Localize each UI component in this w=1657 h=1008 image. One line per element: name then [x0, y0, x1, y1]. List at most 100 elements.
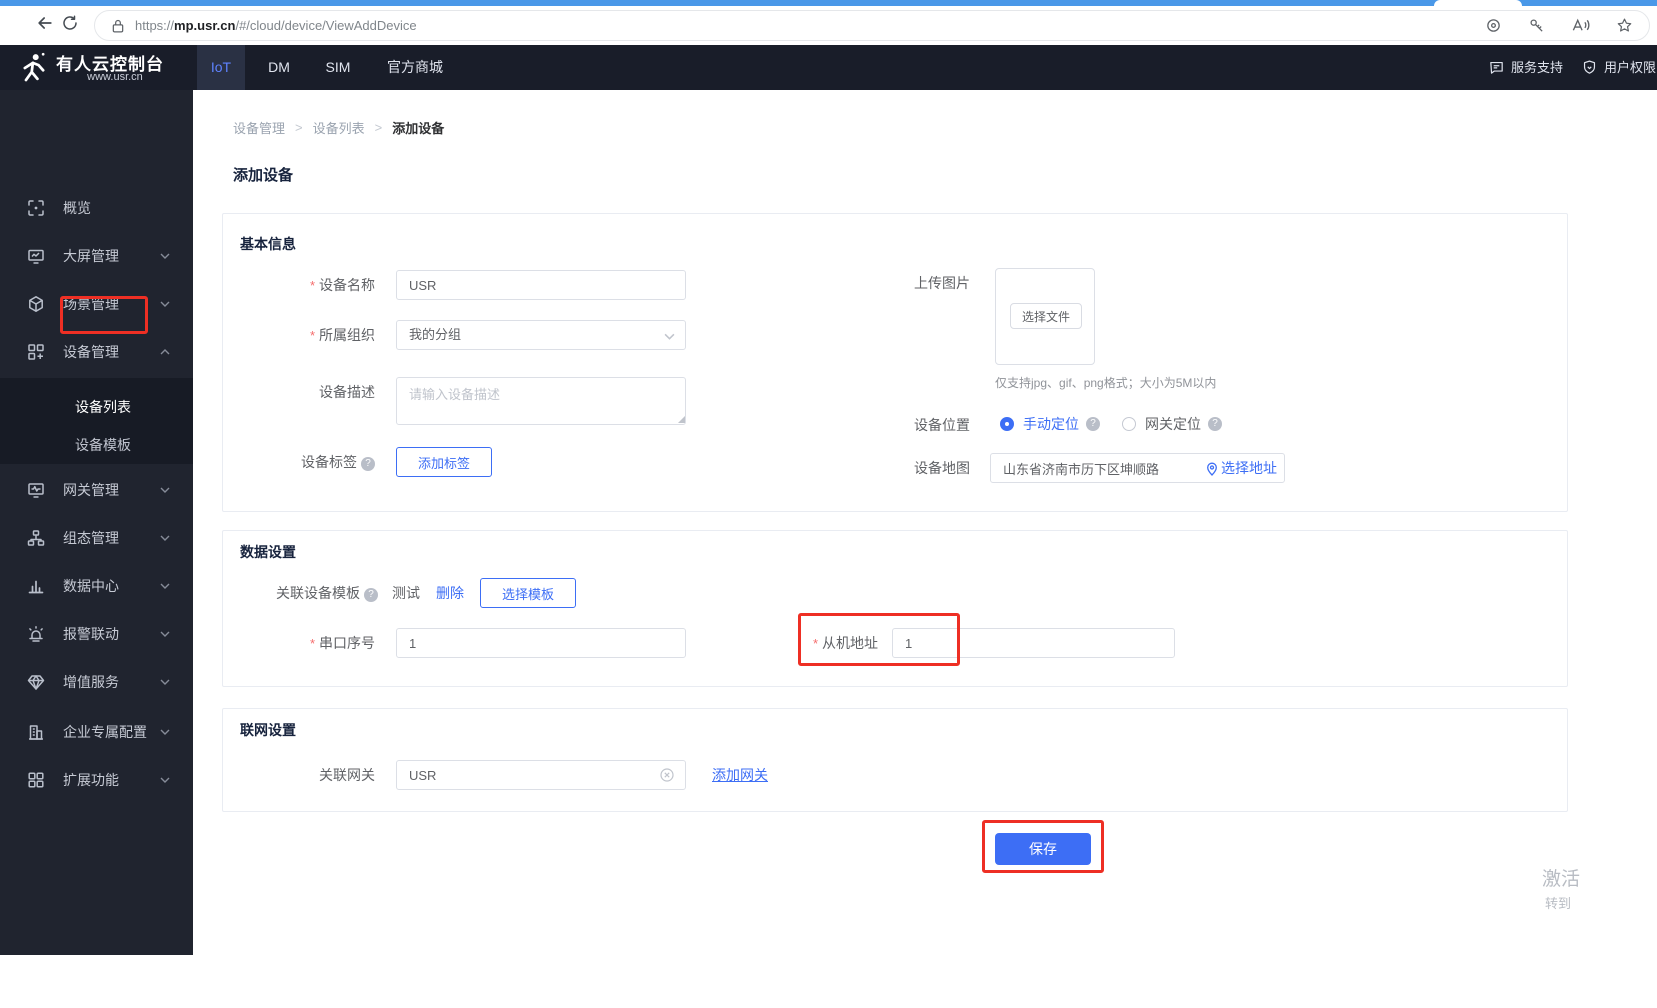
read-aloud-icon[interactable] [1571, 17, 1590, 34]
tab-official-mall[interactable]: 官方商城 [372, 45, 458, 90]
slave-address-input[interactable] [892, 628, 1175, 658]
serial-number-label: 串口序号 [255, 628, 375, 659]
delete-template-link[interactable]: 删除 [436, 578, 464, 608]
upload-hint: 仅支持jpg、gif、png格式；大小为5M以内 [995, 376, 1217, 390]
breadcrumb: 设备管理 > 设备列表 > 添加设备 [233, 118, 444, 137]
slave-address-label: 从机地址 [758, 628, 878, 659]
serial-number-input[interactable] [396, 628, 686, 658]
service-support-link[interactable]: 服务支持 [1511, 45, 1563, 90]
tab-iot[interactable]: IoT [197, 45, 245, 90]
permission-shield-icon [1581, 59, 1598, 76]
locate-icon[interactable] [1485, 17, 1502, 34]
sidebar-item-overview[interactable]: 概览 [0, 184, 193, 232]
usr-logo-icon [20, 52, 48, 84]
logo[interactable]: 有人云控制台 www.usr.cn [0, 45, 193, 90]
bigscreen-icon [27, 247, 45, 265]
sidebar-item-device-template[interactable]: 设备模板 [0, 428, 193, 462]
help-icon[interactable] [361, 457, 375, 471]
choose-file-button[interactable]: 选择文件 [1010, 303, 1082, 329]
refresh-icon[interactable] [61, 14, 79, 32]
breadcrumb-separator: > [374, 120, 383, 135]
sidebar-item-value-added[interactable]: 增值服务 [0, 658, 193, 706]
clear-input-icon[interactable] [660, 768, 674, 782]
chevron-down-icon [160, 679, 170, 685]
device-icon [27, 343, 45, 361]
browser-toolbar: https://mp.usr.cn/#/cloud/device/ViewAdd… [0, 6, 1657, 45]
map-pin-icon [1206, 462, 1218, 476]
data-settings-card [222, 530, 1568, 687]
help-icon[interactable] [1208, 417, 1222, 431]
url-bar[interactable]: https://mp.usr.cn/#/cloud/device/ViewAdd… [94, 10, 1650, 41]
enterprise-icon [27, 723, 45, 741]
tab-sim[interactable]: SIM [314, 45, 362, 90]
url-text: https://mp.usr.cn/#/cloud/device/ViewAdd… [135, 18, 417, 33]
device-name-input[interactable] [396, 270, 686, 300]
choose-address-link[interactable]: 选择地址 [1221, 453, 1277, 483]
sidebar-item-label: 企业专属配置 [63, 724, 147, 740]
device-position-label: 设备位置 [914, 417, 970, 433]
organization-label: 所属组织 [255, 320, 375, 351]
choose-template-button[interactable]: 选择模板 [480, 578, 576, 608]
manual-position-option[interactable]: 手动定位 [1023, 410, 1079, 438]
sidebar-item-data-center[interactable]: 数据中心 [0, 562, 193, 610]
device-map-label: 设备地图 [914, 460, 970, 476]
logo-subtitle: www.usr.cn [87, 71, 143, 83]
related-gateway-label: 关联网关 [319, 767, 375, 783]
add-gateway-link[interactable]: 添加网关 [712, 760, 768, 790]
help-icon[interactable] [1086, 417, 1100, 431]
sidebar-item-bigscreen[interactable]: 大屏管理 [0, 232, 193, 280]
site-lock-icon[interactable] [111, 18, 125, 34]
help-icon[interactable] [364, 588, 378, 602]
device-submenu: 设备列表 设备模板 [0, 378, 193, 464]
manual-position-radio[interactable] [1000, 417, 1014, 431]
description-textarea[interactable] [396, 377, 686, 425]
app-header: 有人云控制台 www.usr.cn IoT DM SIM 官方商城 服务支持 用… [0, 45, 1657, 90]
upload-image-label: 上传图片 [914, 275, 970, 291]
alarm-icon [27, 625, 45, 643]
breadcrumb-current: 添加设备 [392, 121, 445, 136]
sidebar-item-enterprise-config[interactable]: 企业专属配置 [0, 708, 193, 756]
watermark-line2: 转到 [1545, 896, 1572, 911]
sidebar-item-gateway[interactable]: 网关管理 [0, 466, 193, 514]
chevron-down-icon [160, 583, 170, 589]
password-key-icon[interactable] [1528, 17, 1545, 34]
chevron-down-icon [160, 487, 170, 493]
extensions-icon [27, 771, 45, 789]
organization-select[interactable]: 我的分组 [396, 320, 686, 350]
breadcrumb-device-management[interactable]: 设备管理 [233, 118, 285, 137]
sidebar-item-scene[interactable]: 场景管理 [0, 280, 193, 328]
save-button[interactable]: 保存 [995, 833, 1091, 865]
sidebar-item-device-list[interactable]: 设备列表 [0, 390, 193, 424]
data-settings-title: 数据设置 [240, 544, 296, 560]
sidebar-item-label: 设备管理 [63, 344, 119, 360]
chevron-down-icon [160, 777, 170, 783]
breadcrumb-device-list[interactable]: 设备列表 [313, 118, 365, 137]
device-tag-label: 设备标签 [235, 447, 375, 477]
sidebar-item-alarm[interactable]: 报警联动 [0, 610, 193, 658]
chevron-down-icon [160, 729, 170, 735]
basic-info-title: 基本信息 [240, 236, 296, 252]
textarea-resize-handle[interactable] [678, 416, 685, 423]
user-permission-link[interactable]: 用户权限 [1604, 45, 1656, 90]
organization-value: 我的分组 [409, 327, 462, 342]
gateway-position-option[interactable]: 网关定位 [1145, 410, 1201, 438]
data-center-icon [27, 577, 45, 595]
favorite-star-icon[interactable] [1616, 17, 1633, 34]
device-template-label: 关联设备模板 [235, 578, 378, 608]
add-tag-button[interactable]: 添加标签 [396, 447, 492, 477]
chevron-down-icon [664, 333, 675, 340]
chevron-down-icon [160, 301, 170, 307]
sidebar-item-device[interactable]: 设备管理 [0, 328, 193, 376]
sidebar-item-extensions[interactable]: 扩展功能 [0, 756, 193, 804]
sidebar-item-configuration[interactable]: 组态管理 [0, 514, 193, 562]
page-title: 添加设备 [233, 167, 294, 184]
tab-dm[interactable]: DM [255, 45, 303, 90]
related-gateway-input[interactable] [396, 760, 686, 790]
overview-icon [27, 199, 45, 217]
watermark-line1: 激活 [1542, 869, 1581, 890]
gateway-position-radio[interactable] [1122, 417, 1136, 431]
back-icon[interactable] [35, 13, 55, 33]
network-settings-title: 联网设置 [240, 722, 296, 738]
sidebar-item-label: 大屏管理 [63, 248, 119, 264]
chevron-down-icon [160, 253, 170, 259]
